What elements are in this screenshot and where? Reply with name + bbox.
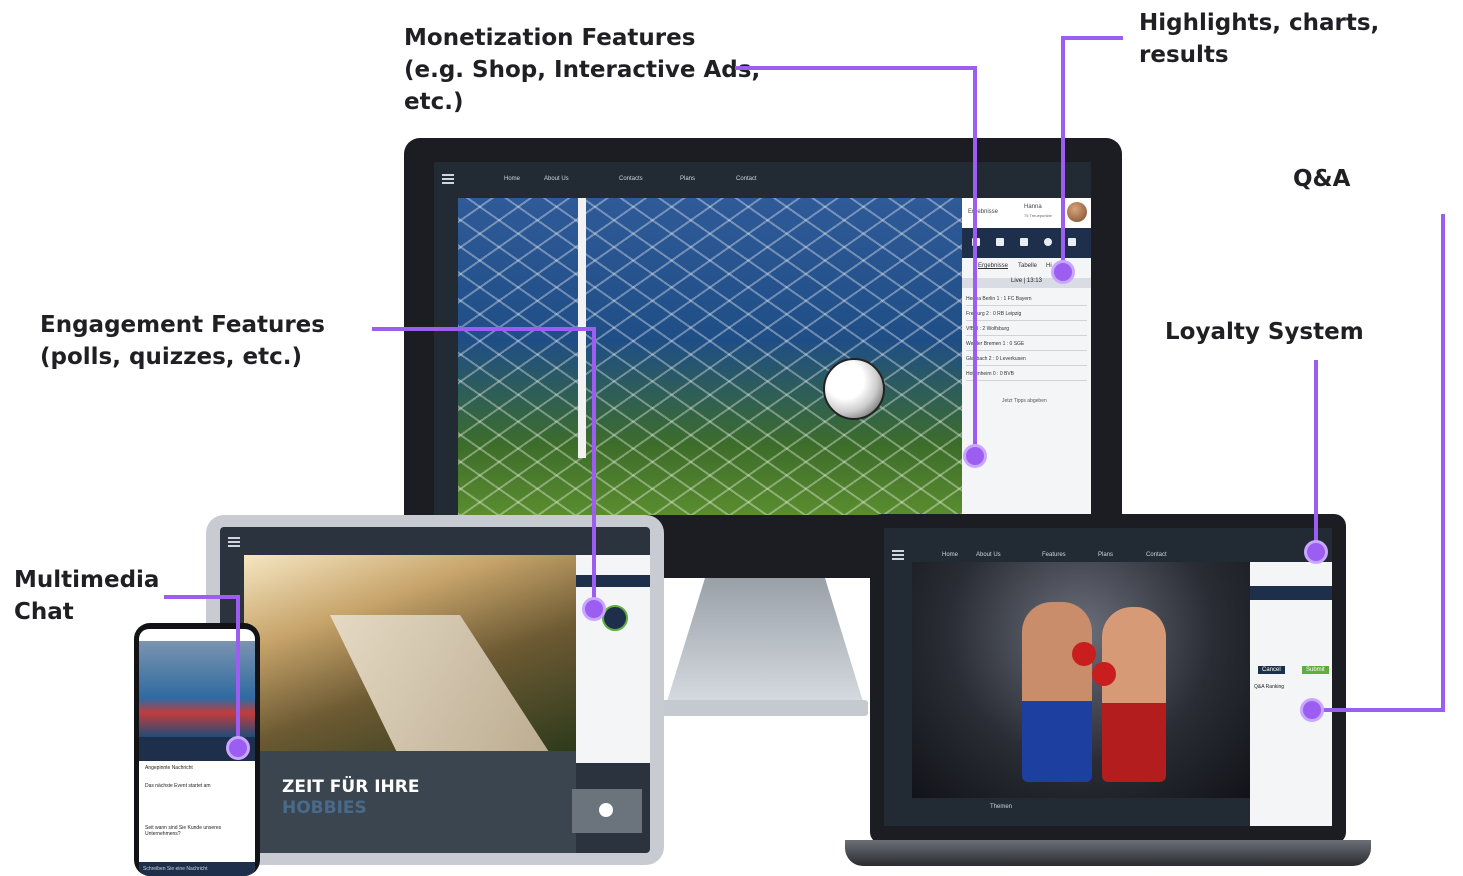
connector-qa (1312, 708, 1445, 712)
loyalty-points: 75 Treuepunkte (1024, 213, 1052, 218)
results-panel: Ergebnisse Hanna 75 Treuepunkte Ergebnis… (962, 198, 1091, 515)
nav-home[interactable]: Home (504, 176, 520, 182)
cycling-image (244, 555, 576, 775)
monitor-stand (665, 578, 865, 708)
tab-table[interactable]: Tabelle (1018, 263, 1037, 269)
laptop-screen: Home About Us Features Plans Contact The… (884, 528, 1332, 826)
soccer-ball-icon (823, 358, 885, 420)
engagement-marker (582, 597, 606, 621)
callout-loyalty: Loyalty System (1165, 319, 1364, 345)
tab-results[interactable]: Ergebnisse (978, 263, 1008, 269)
tablet-screen: ZEIT FÜR IHRE HOBBIES (220, 527, 650, 853)
glove-icon (1092, 662, 1116, 686)
hero-title: ZEIT FÜR IHRE (282, 777, 420, 797)
avatar[interactable] (1067, 202, 1087, 222)
video-thumbnail[interactable] (572, 789, 642, 833)
nav-about[interactable]: About Us (544, 176, 569, 182)
poll-panel (576, 555, 650, 763)
loyalty-marker (1304, 540, 1328, 564)
panel-icon-tabs (1250, 586, 1332, 600)
menu-icon[interactable] (442, 174, 454, 184)
callout-qa: Q&A (1293, 166, 1351, 192)
monitor-screen: Home About Us Contacts Plans Contact Erg… (434, 162, 1091, 515)
menu-icon[interactable] (892, 550, 904, 560)
match-row[interactable]: VfB 3 : 2 Wolfsburg (966, 324, 1087, 336)
connector-engagement (372, 327, 596, 331)
nav-features[interactable]: Features (1042, 552, 1066, 558)
connector-monetization (973, 66, 977, 456)
menu-icon[interactable] (228, 537, 240, 547)
boxing-image (912, 562, 1250, 798)
connector-highlights (1061, 36, 1065, 272)
tip-prompt[interactable]: Jetzt Tipps abgeben (1002, 398, 1047, 404)
callout-multimedia: Multimedia Chat (14, 567, 160, 625)
submit-button[interactable]: Submit (1302, 666, 1329, 674)
match-row[interactable]: Gladbach 2 : 0 Leverkusen (966, 354, 1087, 366)
laptop: Home About Us Features Plans Contact The… (870, 514, 1346, 844)
user-name: Hanna (1024, 204, 1042, 210)
laptop-base (845, 840, 1371, 866)
qa-ranking-title: Q&A Ranking (1254, 684, 1285, 690)
connector-qa (1441, 214, 1445, 710)
panel-icon-tabs (962, 228, 1091, 258)
chart-icon[interactable] (996, 238, 1004, 246)
multimedia-marker (226, 736, 250, 760)
match-row[interactable]: Hertha Berlin 1 : 1 FC Bayern (966, 294, 1087, 306)
nav-contact[interactable]: Contact (736, 176, 757, 182)
desktop-monitor: Home About Us Contacts Plans Contact Erg… (404, 138, 1122, 578)
nav-plans[interactable]: Plans (680, 176, 695, 182)
left-rail (434, 198, 458, 515)
boxer-right (1102, 607, 1166, 782)
nav-home[interactable]: Home (942, 552, 958, 558)
qa-marker (1300, 698, 1324, 722)
message-input[interactable]: Schreiben Sie eine Nachricht (139, 862, 255, 876)
match-row[interactable]: Werder Bremen 1 : 0 SGE (966, 339, 1087, 351)
nav-contact[interactable]: Contact (1146, 552, 1167, 558)
qa-panel: Cancel Submit Q&A Ranking (1250, 562, 1332, 826)
connector-multimedia (164, 595, 240, 599)
match-row[interactable]: Freiburg 2 : 0 RB Leipzig (966, 309, 1087, 321)
nav-contacts[interactable]: Contacts (619, 176, 643, 182)
connector-multimedia (236, 595, 240, 745)
monitor-nav: Home About Us Contacts Plans Contact (434, 162, 1091, 198)
input-placeholder: Schreiben Sie eine Nachricht (143, 866, 208, 872)
list-icon[interactable] (1020, 238, 1028, 246)
boxer-left (1022, 602, 1092, 782)
panel-header: Ergebnisse Hanna 75 Treuepunkte (962, 198, 1091, 228)
callout-engagement: Engagement Features (polls, quizzes, etc… (40, 312, 325, 370)
highlights-marker (1051, 260, 1075, 284)
help-icon[interactable] (1044, 238, 1052, 246)
connector-highlights (1061, 36, 1123, 40)
cart-icon[interactable] (1068, 238, 1076, 246)
chat-message: Seit wann sind Sie Kunde unseres Unterne… (145, 825, 222, 837)
glove-icon (1072, 642, 1096, 666)
panel-icon-tabs (576, 575, 650, 587)
nav-about[interactable]: About Us (976, 552, 1001, 558)
callout-highlights: Highlights, charts, results (1139, 10, 1380, 68)
connector-monetization (735, 66, 977, 70)
footer-label: Themen (990, 804, 1013, 810)
play-icon[interactable] (599, 803, 613, 817)
connector-loyalty (1314, 360, 1318, 550)
pinned-message-label: Angepinnte Nachricht (145, 765, 193, 771)
match-row[interactable]: Hoffenheim 0 : 0 BVB (966, 369, 1087, 381)
monitor-base (662, 700, 868, 716)
chat-message: Das nächste Event startet am (145, 783, 211, 789)
monetization-marker (963, 444, 987, 468)
hero-subtitle: HOBBIES (282, 798, 367, 818)
callout-monetization: Monetization Features (e.g. Shop, Intera… (404, 25, 761, 115)
soccer-goal-image (458, 198, 962, 515)
connector-engagement (592, 327, 596, 607)
cancel-button[interactable]: Cancel (1258, 666, 1285, 674)
nav-plans[interactable]: Plans (1098, 552, 1113, 558)
